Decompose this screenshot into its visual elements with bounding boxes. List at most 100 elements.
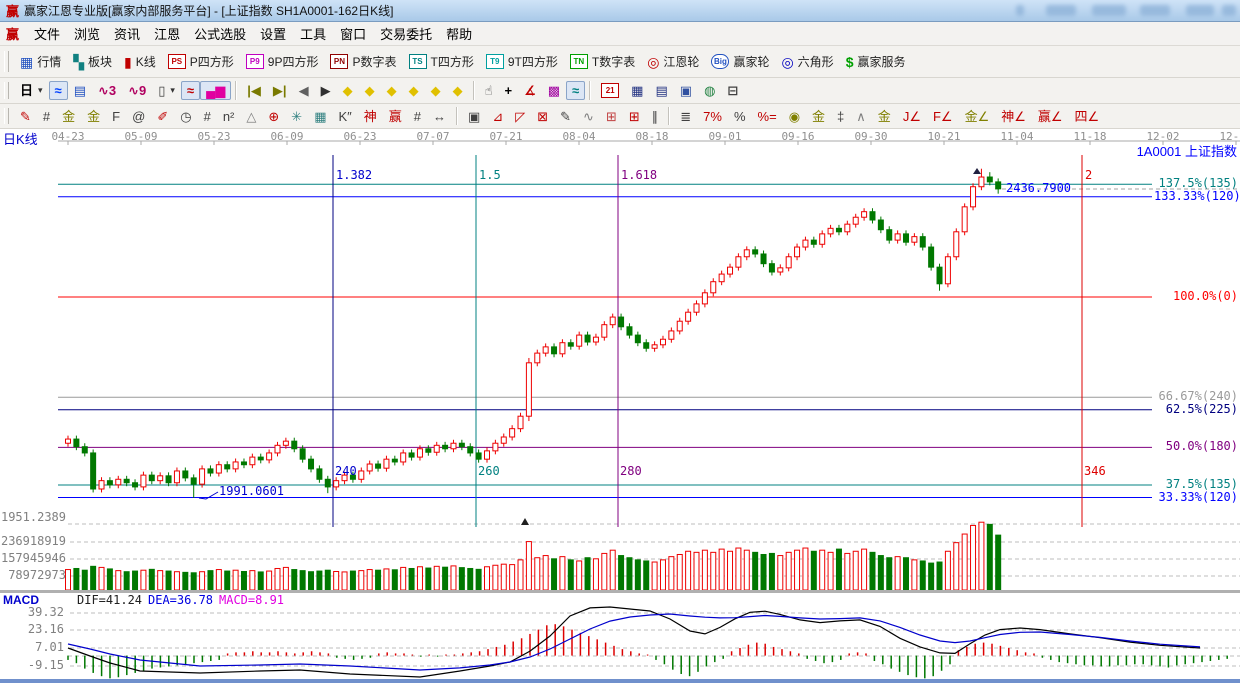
percent-band-icon[interactable]: 7%: [697, 107, 728, 126]
hexagon-button[interactable]: ◎ 六角形: [775, 50, 839, 73]
shen-grid-icon[interactable]: 神: [358, 107, 383, 126]
print-icon[interactable]: ⊟: [721, 81, 744, 100]
shen-angle-icon[interactable]: 神∠: [995, 107, 1032, 126]
p-square-button[interactable]: PS P四方形: [162, 50, 240, 73]
last-page-icon[interactable]: ▶|: [267, 81, 293, 100]
wave-9-icon[interactable]: ∿9: [122, 81, 152, 100]
calendar-icon[interactable]: 21: [595, 80, 625, 101]
gold-wave-icon[interactable]: 金: [872, 107, 897, 126]
menu-item-3[interactable]: 江恩: [147, 22, 187, 45]
j-angle-icon[interactable]: J∠: [897, 107, 927, 126]
mirror-angle-icon[interactable]: △: [240, 107, 262, 126]
wave-3-icon[interactable]: ∿3: [92, 81, 122, 100]
candle-style-icon[interactable]: ▯ ▾: [152, 81, 181, 100]
box-zone-icon[interactable]: ▣: [462, 107, 486, 126]
chart-area[interactable]: 日K线 1A0001 上证指数 1951.2389 236918919 1579…: [0, 129, 1240, 683]
menu-item-6[interactable]: 工具: [293, 22, 333, 45]
zigzag-red-tool-icon[interactable]: ≈: [180, 81, 201, 100]
distribution-chart-icon[interactable]: ▄▆: [200, 81, 232, 100]
menu-item-1[interactable]: 浏览: [67, 22, 107, 45]
wave-v-icon[interactable]: ∿: [577, 107, 600, 126]
toolbar-grip[interactable]: [4, 81, 9, 100]
wave-ab-icon[interactable]: ∧: [850, 107, 872, 126]
t-square-button[interactable]: TS T四方形: [403, 50, 480, 73]
parallel-lines-icon[interactable]: ∥: [646, 107, 665, 126]
menu-item-5[interactable]: 设置: [253, 22, 293, 45]
p9-square-button[interactable]: P9 9P四方形: [240, 50, 325, 73]
gold-grid-2-icon[interactable]: 金: [81, 107, 106, 126]
purple-tool-icon[interactable]: ▩: [542, 81, 566, 100]
h-measure-icon[interactable]: ↔: [427, 107, 452, 126]
ying-angle-icon[interactable]: 赢∠: [1032, 107, 1069, 126]
winner-service-button[interactable]: $ 赢家服务: [840, 50, 912, 73]
time-circle-icon[interactable]: ◷: [174, 107, 197, 126]
diamond-expand-icon[interactable]: ◆: [381, 81, 403, 100]
menu-item-7[interactable]: 窗口: [333, 22, 373, 45]
si-angle-icon[interactable]: 四∠: [1069, 107, 1106, 126]
ying-grid-icon[interactable]: 赢: [383, 107, 408, 126]
stats-table-icon[interactable]: ≣: [674, 107, 697, 126]
kline-button[interactable]: ▮ K线: [118, 50, 162, 73]
n-square-icon[interactable]: n²: [217, 107, 241, 126]
gold-angle-icon[interactable]: 金∠: [959, 107, 996, 126]
star-grid-icon[interactable]: ✳: [285, 107, 308, 126]
menu-item-8[interactable]: 交易委托: [373, 22, 439, 45]
gann-wheel-button[interactable]: ◎ 江恩轮: [641, 50, 705, 73]
dot-matrix-arrow-icon[interactable]: ⊞: [623, 107, 646, 126]
price-measure-icon[interactable]: ‡: [831, 107, 850, 126]
diamond-center-icon[interactable]: ◆: [425, 81, 447, 100]
paint-tool-icon[interactable]: ✎: [14, 107, 37, 126]
circle-cross-icon[interactable]: ⊕: [262, 107, 285, 126]
page-left-icon[interactable]: ◀: [293, 81, 315, 100]
spiral-tool-icon[interactable]: @: [126, 107, 151, 126]
p-number-table-button[interactable]: PN P数字表: [324, 50, 402, 73]
f-angle-icon[interactable]: F∠: [927, 107, 959, 126]
period-label[interactable]: 日K线: [3, 133, 38, 146]
notes-icon[interactable]: ▤: [649, 81, 673, 100]
zigzag-teal-tool-icon[interactable]: ≈: [566, 81, 586, 100]
t-number-table-button[interactable]: TN T数字表: [564, 50, 641, 73]
gann-fan-icon[interactable]: ⊿: [486, 107, 509, 126]
web-data-icon[interactable]: ◍: [698, 81, 721, 100]
ruler-pen-icon[interactable]: ✐: [151, 107, 174, 126]
menu-item-4[interactable]: 公式选股: [187, 22, 253, 45]
gold-section-circle-icon[interactable]: ◉: [783, 107, 806, 126]
quote-table-button[interactable]: ▦ 行情: [14, 50, 67, 73]
info-panel-icon[interactable]: ▤: [68, 81, 92, 100]
drag-hand-icon[interactable]: ☝: [479, 81, 499, 100]
net-grid-icon[interactable]: ▦: [308, 107, 332, 126]
page-right-icon[interactable]: ▶: [315, 81, 337, 100]
t9-square-button[interactable]: T9 9T四方形: [480, 50, 564, 73]
k-mark-icon[interactable]: K″: [332, 107, 357, 126]
save-icon[interactable]: ▣: [674, 81, 698, 100]
diamond-scroll-left-icon[interactable]: ◆: [337, 81, 359, 100]
f-grid-icon[interactable]: F: [106, 107, 126, 126]
zigzag-blue-tool-icon[interactable]: ≈: [48, 81, 68, 100]
fan-box-icon[interactable]: ◸: [509, 107, 531, 126]
menu-item-2[interactable]: 资讯: [107, 22, 147, 45]
cross-box-icon[interactable]: ⊠: [531, 107, 554, 126]
toolbar-grip[interactable]: [4, 50, 9, 73]
menu-item-0[interactable]: 文件: [27, 22, 67, 45]
percent-icon[interactable]: %: [728, 107, 752, 126]
dot-matrix-icon[interactable]: ⊞: [600, 107, 623, 126]
toolbar-grip[interactable]: [4, 107, 9, 125]
diamond-scroll-right-icon[interactable]: ◆: [359, 81, 381, 100]
period-day-icon[interactable]: 日 ▾: [14, 81, 49, 100]
grid-tool-icon[interactable]: #: [37, 107, 56, 126]
calculator-icon[interactable]: ▦: [625, 81, 649, 100]
first-page-icon[interactable]: |◀: [241, 81, 267, 100]
gold-section-line-icon[interactable]: 金: [806, 107, 831, 126]
menu-item-9[interactable]: 帮助: [439, 22, 479, 45]
gold-grid-1-icon[interactable]: 金: [56, 107, 81, 126]
comb-grid-icon[interactable]: #: [198, 107, 217, 126]
crosshair-icon[interactable]: +: [498, 81, 518, 100]
diamond-shrink-icon[interactable]: ◆: [403, 81, 425, 100]
percent-level-icon[interactable]: %=: [752, 107, 783, 126]
rail-grid-icon[interactable]: #: [408, 107, 427, 126]
angle-measure-icon[interactable]: ∡: [518, 81, 542, 100]
winner-wheel-button[interactable]: Big 赢家轮: [705, 50, 775, 73]
diamond-fit-icon[interactable]: ◆: [447, 81, 469, 100]
pencil-fan-icon[interactable]: ✎: [554, 107, 577, 126]
sector-blocks-button[interactable]: ▚ 板块: [67, 50, 118, 73]
